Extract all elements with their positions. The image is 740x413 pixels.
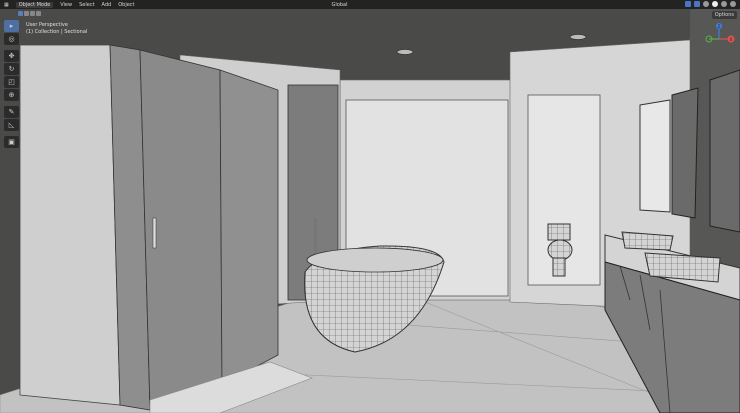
select-subtract-icon[interactable] [30,11,35,16]
viewport-3d[interactable] [0,0,740,413]
navigation-gizmo[interactable]: X Z [702,22,736,56]
viewport-header: ▦ Object Mode View Select Add Object Glo… [0,0,740,9]
select-invert-icon[interactable] [36,11,41,16]
cursor-icon[interactable]: ◎ [4,33,19,45]
solid-shading-icon[interactable] [712,1,718,7]
select-mode-buttons [18,11,41,16]
scale-icon[interactable]: ◰ [4,76,19,88]
rendered-shading-icon[interactable] [730,1,736,7]
material-shading-icon[interactable] [721,1,727,7]
annotate-icon[interactable]: ✎ [4,106,19,118]
rotate-icon[interactable]: ↻ [4,63,19,75]
x-label: X [730,37,733,42]
menu-view[interactable]: View [60,2,72,8]
measure-icon[interactable]: ◺ [4,119,19,131]
editor-type-icon[interactable]: ▦ [4,2,9,8]
wireframe-shading-icon[interactable] [703,1,709,7]
z-label: Z [718,24,721,29]
tool-shelf: ▸ ◎ ✥ ↻ ◰ ⊕ ✎ ◺ ▣ [4,20,19,148]
shower-side-glass [19,44,121,406]
shower-door [139,49,223,411]
viewport-info: User Perspective (1) Collection | Sectio… [26,22,87,36]
mirror [671,87,699,219]
transform-icon[interactable]: ⊕ [4,89,19,101]
options-button[interactable]: Options [711,11,737,19]
orientation-dropdown[interactable]: Global [332,2,348,8]
view-name: User Perspective [26,22,68,28]
select-new-icon[interactable] [18,11,23,16]
menu-select[interactable]: Select [79,2,94,8]
add-cube-icon[interactable]: ▣ [4,136,19,148]
overlay-toggle-icon[interactable] [694,1,700,7]
mode-dropdown[interactable]: Object Mode [15,1,54,8]
select-box-icon[interactable]: ▸ [4,20,19,32]
select-extend-icon[interactable] [24,11,29,16]
gizmo-toggle-icon[interactable] [685,1,691,7]
collection-label: (1) Collection | Sectional [26,29,88,35]
shower-door-2 [219,69,279,386]
menu-object[interactable]: Object [118,2,134,8]
mirror-2 [709,69,740,233]
mirror-cabinet [639,99,671,213]
move-icon[interactable]: ✥ [4,50,19,62]
menu-add[interactable]: Add [102,2,112,8]
